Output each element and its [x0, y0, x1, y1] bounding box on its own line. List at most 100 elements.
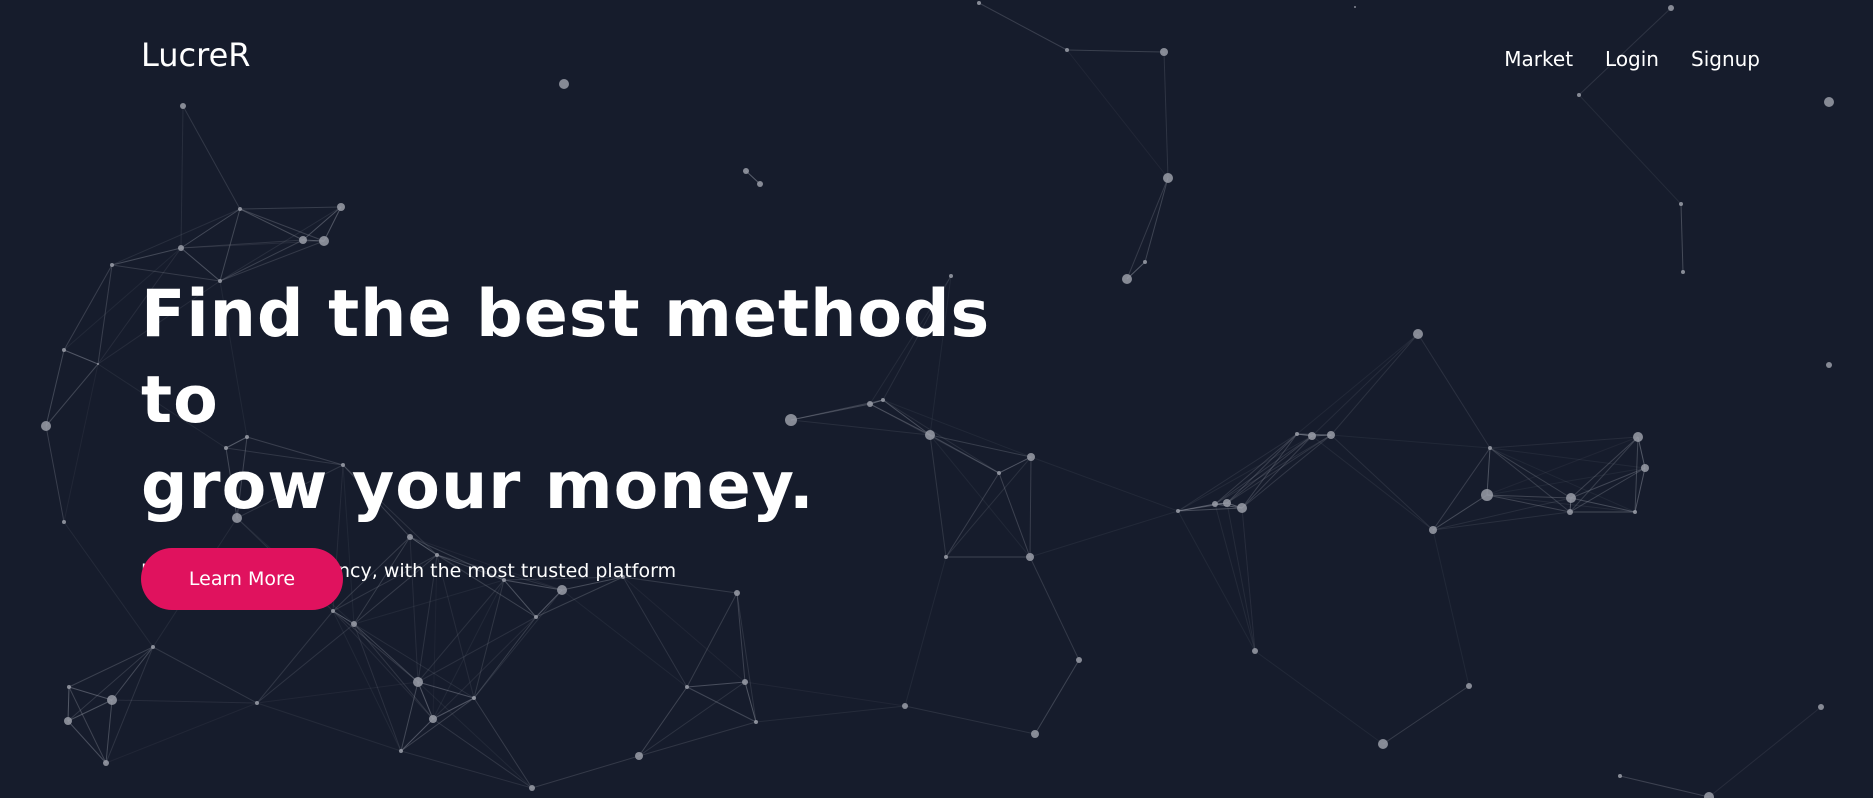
hero-section: Find the best methods to grow your money…: [141, 272, 1041, 582]
network-link: [1486, 436, 1639, 496]
network-link: [105, 699, 113, 764]
network-node: [62, 520, 66, 524]
nav-links: Market Login Signup: [1504, 47, 1760, 71]
network-link: [1432, 529, 1470, 687]
network-link: [1144, 177, 1169, 263]
network-node: [351, 621, 357, 627]
network-node: [64, 717, 72, 725]
network-node: [534, 615, 538, 619]
network-link: [1254, 650, 1384, 745]
network-link: [1126, 177, 1169, 280]
network-link: [1432, 494, 1488, 531]
network-link: [239, 208, 304, 241]
network-node: [635, 752, 643, 760]
network-link: [63, 363, 99, 523]
brand-logo[interactable]: LucreR: [141, 36, 251, 74]
network-node: [178, 245, 184, 251]
network-link: [1330, 333, 1419, 436]
network-node: [743, 168, 749, 174]
network-node: [429, 715, 437, 723]
network-link: [1311, 333, 1419, 437]
network-link: [239, 206, 342, 210]
network-link: [1432, 497, 1572, 531]
network-link: [503, 579, 537, 618]
network-node: [1618, 774, 1622, 778]
network-link: [417, 681, 434, 720]
network-link: [432, 579, 505, 720]
network-node: [331, 609, 335, 613]
network-node: [757, 181, 763, 187]
network-node: [1633, 510, 1637, 514]
network-link: [1029, 510, 1179, 558]
network-link: [622, 576, 688, 688]
network-node: [1252, 648, 1258, 654]
network-link: [1030, 456, 1179, 512]
network-link: [1214, 434, 1332, 505]
network-link: [105, 646, 154, 764]
network-link: [1489, 447, 1571, 513]
network-link: [68, 686, 107, 764]
network-link: [302, 206, 342, 241]
network-link: [63, 349, 99, 365]
nav-link-market[interactable]: Market: [1504, 47, 1573, 71]
network-link: [1432, 447, 1491, 531]
network-link: [1034, 659, 1080, 735]
network-node: [1488, 446, 1492, 450]
network-link: [1241, 507, 1256, 652]
network-link: [1570, 436, 1639, 499]
network-node: [1413, 329, 1423, 339]
network-node: [97, 363, 99, 365]
network-link: [744, 681, 906, 707]
network-link: [111, 646, 154, 701]
network-node: [1826, 362, 1832, 368]
network-node: [1223, 499, 1231, 507]
network-link: [638, 686, 688, 757]
network-node: [1237, 503, 1247, 513]
network-link: [67, 646, 154, 722]
network-link: [638, 681, 746, 757]
network-node: [902, 703, 908, 709]
network-link: [1708, 706, 1822, 798]
network-node: [238, 207, 242, 211]
network-link: [180, 105, 184, 249]
network-node: [399, 749, 403, 753]
network-node: [151, 645, 155, 649]
nav-link-login[interactable]: Login: [1605, 47, 1659, 71]
network-node: [472, 696, 476, 700]
network-node: [1327, 431, 1335, 439]
network-node: [1641, 464, 1649, 472]
learn-more-button[interactable]: Learn More: [141, 548, 343, 610]
network-node: [337, 203, 345, 211]
network-link: [432, 616, 537, 720]
network-link: [111, 699, 258, 704]
nav-link-signup[interactable]: Signup: [1691, 47, 1760, 71]
network-link: [1177, 433, 1298, 512]
network-node: [1122, 274, 1132, 284]
network-link: [432, 718, 533, 789]
network-link: [686, 681, 746, 688]
network-link: [622, 576, 746, 683]
network-link: [1432, 511, 1571, 531]
network-link: [1417, 333, 1491, 449]
network-node: [319, 236, 329, 246]
network-link: [111, 208, 241, 266]
network-link: [256, 610, 334, 704]
network-node: [754, 720, 758, 724]
network-node: [742, 679, 748, 685]
network-link: [1241, 434, 1332, 509]
network-link: [1330, 434, 1434, 531]
network-link: [1330, 434, 1491, 449]
network-node: [103, 760, 109, 766]
network-link: [1570, 467, 1646, 499]
network-node: [1031, 730, 1039, 738]
network-link: [67, 720, 107, 764]
network-node: [1566, 493, 1576, 503]
network-link: [1486, 447, 1491, 496]
network-link: [256, 702, 402, 752]
network-link: [561, 589, 688, 688]
network-node: [41, 421, 51, 431]
network-link: [535, 576, 624, 618]
network-link: [1680, 203, 1684, 273]
network-link: [63, 521, 154, 648]
network-link: [1619, 775, 1710, 798]
